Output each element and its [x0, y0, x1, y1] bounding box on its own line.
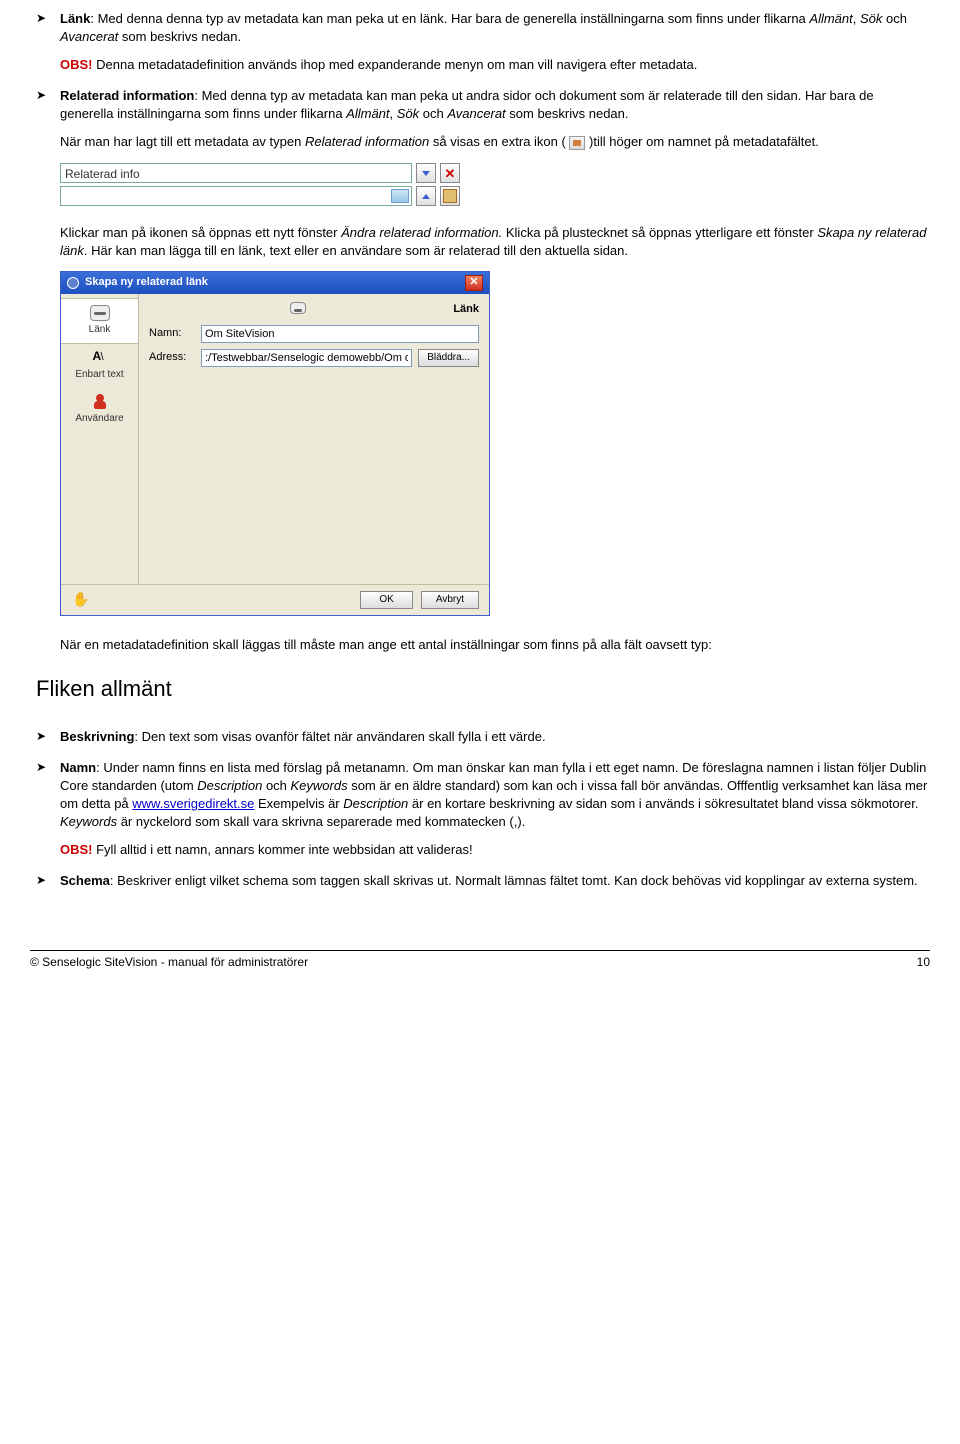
obs-label: OBS! [60, 57, 93, 72]
link-icon [90, 305, 110, 321]
dialog-close-button[interactable]: ✕ [465, 275, 483, 291]
metadata-type-list: Länk: Med denna denna typ av metadata ka… [30, 10, 930, 151]
sverigedirekt-link[interactable]: www.sverigedirekt.se [132, 796, 254, 811]
list-item-namn: Namn: Under namn finns en lista med förs… [30, 759, 930, 860]
page-number: 10 [917, 954, 930, 971]
edit-icon [443, 189, 457, 203]
close-icon: ✕ [445, 167, 456, 180]
flik-sok: Sök [860, 11, 882, 26]
list-item-relaterad: Relaterad information: Med denna typ av … [30, 87, 930, 152]
user-icon [90, 394, 110, 410]
sidebar-item-lank[interactable]: Länk [61, 298, 138, 344]
delete-button[interactable]: ✕ [440, 163, 460, 183]
obs-text: Denna metadatadefinition används ihop me… [93, 57, 698, 72]
link-icon [290, 302, 306, 314]
related-info-icon [569, 136, 585, 150]
collapse-down-button[interactable] [416, 163, 436, 183]
sidebar-item-text[interactable]: Enbart text [61, 344, 138, 388]
page-footer: © Senselogic SiteVision - manual för adm… [30, 950, 930, 971]
para-after-dialog: När en metadatadefinition skall läggas t… [30, 636, 930, 654]
relaterad-info-label: Relaterad info [60, 163, 412, 183]
relaterad-info-field: Relaterad info ✕ [60, 163, 460, 206]
app-icon [67, 277, 79, 289]
create-related-link-dialog: Skapa ny relaterad länk ✕ Länk Enbart te… [60, 271, 490, 616]
cancel-button[interactable]: Avbryt [421, 591, 479, 609]
rel-label: Relaterad information [60, 88, 194, 103]
dialog-footer: ✋ OK Avbryt [61, 584, 489, 615]
text: : Med denna denna typ av metadata kan ma… [90, 11, 809, 26]
heading-fliken-allmant: Fliken allmänt [36, 674, 930, 705]
ok-button[interactable]: OK [360, 591, 412, 609]
dialog-sidebar: Länk Enbart text Användare [61, 294, 139, 584]
edit-related-button[interactable] [440, 186, 460, 206]
dialog-main: Länk Namn: Adress: Bläddra... [139, 294, 489, 584]
adress-label: Adress: [149, 350, 195, 365]
text-icon [90, 350, 110, 366]
browse-button[interactable]: Bläddra... [418, 349, 479, 367]
para-klickar: Klickar man på ikonen så öppnas ett nytt… [30, 224, 930, 260]
footer-left: © Senselogic SiteVision - manual för adm… [30, 954, 308, 971]
sidebar-item-anvandare[interactable]: Användare [61, 388, 138, 432]
list-item-schema: Schema: Beskriver enligt vilket schema s… [30, 872, 930, 890]
collapse-up-button[interactable] [416, 186, 436, 206]
dialog-title: Skapa ny relaterad länk [85, 275, 208, 290]
flik-avancerat: Avancerat [60, 29, 118, 44]
lank-label: Länk [60, 11, 90, 26]
flik-allmant: Allmänt [809, 11, 852, 26]
list-item-lank: Länk: Med denna denna typ av metadata ka… [30, 10, 930, 75]
list-item-beskrivning: Beskrivning: Den text som visas ovanför … [30, 728, 930, 746]
fliken-list: Beskrivning: Den text som visas ovanför … [30, 728, 930, 889]
section-title: Länk [453, 302, 479, 317]
adress-input[interactable] [201, 349, 412, 367]
help-icon[interactable]: ✋ [71, 591, 91, 609]
obs-label: OBS! [60, 842, 93, 857]
dialog-titlebar: Skapa ny relaterad länk ✕ [61, 272, 489, 294]
relaterad-info-dropdown[interactable] [60, 186, 412, 206]
namn-input[interactable] [201, 325, 479, 343]
namn-label: Namn: [149, 326, 195, 341]
